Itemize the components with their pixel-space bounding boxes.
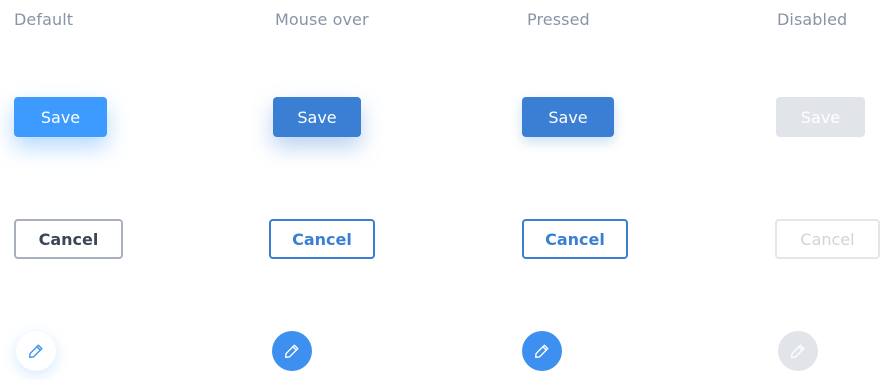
state-header-default: Default: [14, 10, 74, 29]
pencil-icon: [791, 344, 805, 358]
save-button-disabled: Save: [776, 97, 865, 137]
column-disabled: Disabled Save Cancel: [775, 0, 882, 380]
pencil-icon: [285, 344, 299, 358]
column-default: Default Save Cancel: [14, 0, 254, 380]
column-pressed: Pressed Save Cancel: [522, 0, 762, 380]
state-header-disabled: Disabled: [777, 10, 848, 29]
column-mouse-over: Mouse over Save Cancel: [269, 0, 513, 380]
pencil-icon: [535, 344, 549, 358]
state-header-mouse-over: Mouse over: [275, 10, 369, 29]
edit-fab-default[interactable]: [16, 331, 56, 371]
cancel-button-pressed[interactable]: Cancel: [522, 219, 628, 259]
cancel-button-hover[interactable]: Cancel: [269, 219, 375, 259]
button-states-sheet: Default Save Cancel Mouse over Save Canc…: [0, 0, 882, 380]
state-header-pressed: Pressed: [527, 10, 590, 29]
pencil-icon: [29, 344, 43, 358]
save-button-pressed[interactable]: Save: [522, 97, 614, 137]
edit-fab-pressed[interactable]: [522, 331, 562, 371]
edit-fab-disabled: [778, 331, 818, 371]
edit-fab-hover[interactable]: [272, 331, 312, 371]
save-button-hover[interactable]: Save: [273, 97, 361, 137]
save-button-default[interactable]: Save: [14, 97, 107, 137]
cancel-button-disabled: Cancel: [775, 219, 880, 259]
cancel-button-default[interactable]: Cancel: [14, 219, 123, 259]
